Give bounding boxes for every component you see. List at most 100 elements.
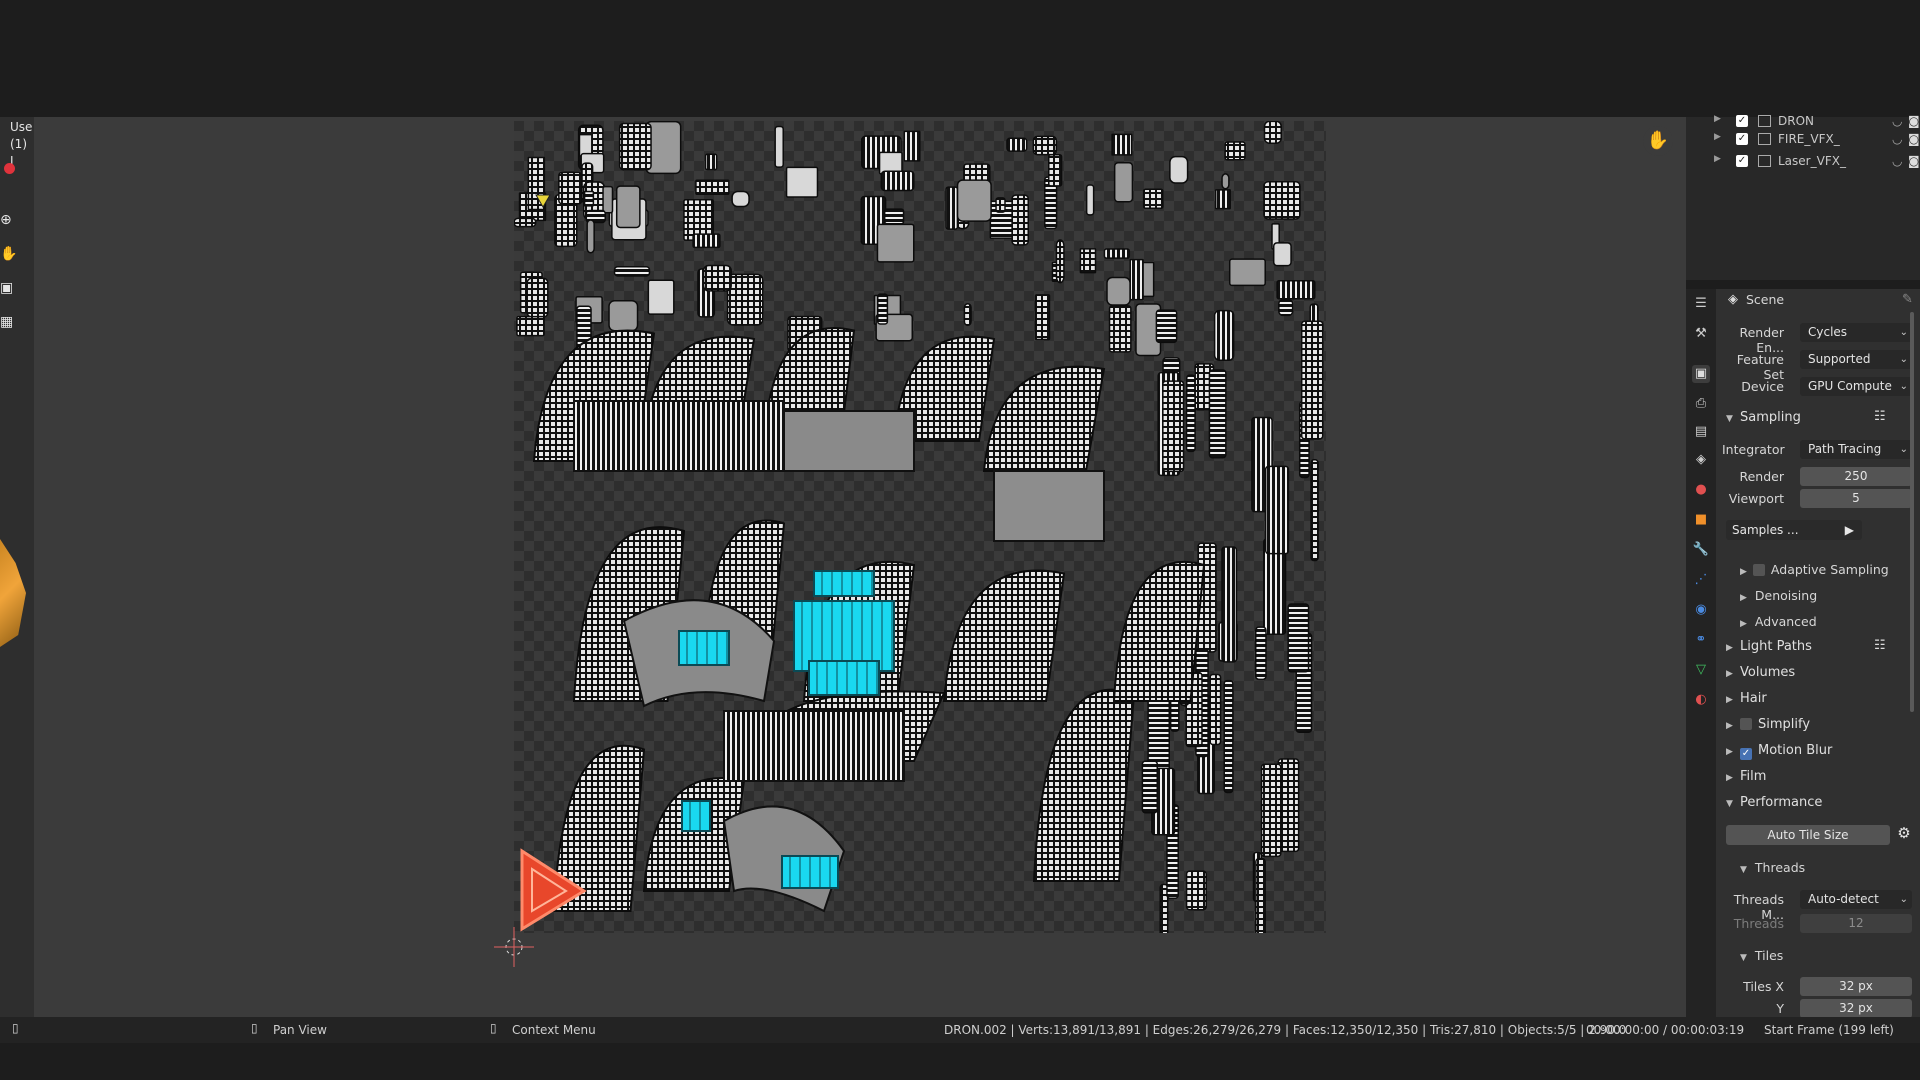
motion-blur-label: Motion Blur bbox=[1758, 743, 1833, 758]
grid-icon[interactable]: ▦ bbox=[0, 313, 16, 331]
simplify-checkbox[interactable] bbox=[1740, 718, 1752, 730]
motion-blur-checkbox[interactable]: ✓ bbox=[1740, 748, 1752, 760]
record-icon[interactable] bbox=[4, 163, 15, 174]
tool-icon[interactable]: ⚒ bbox=[1692, 325, 1710, 343]
film-section[interactable]: ▶ Film bbox=[1726, 769, 1766, 784]
adaptive-sampling-checkbox[interactable] bbox=[1752, 564, 1765, 576]
denoising-subpanel[interactable]: ▶ Denoising bbox=[1740, 588, 1817, 603]
threads-mode-dropdown[interactable]: Auto-detect ⌄ bbox=[1800, 890, 1912, 909]
camera-icon[interactable]: ▣ bbox=[0, 279, 16, 297]
scene-tab-icon[interactable]: ◈ bbox=[1692, 451, 1710, 469]
mode-text: Use bbox=[10, 120, 33, 134]
hair-label: Hair bbox=[1740, 691, 1767, 706]
render-samples-field[interactable]: 250 bbox=[1800, 467, 1912, 486]
eye-icon[interactable]: ◡ bbox=[1892, 114, 1902, 128]
expand-icon[interactable]: ▶ bbox=[1714, 154, 1721, 164]
viewport-samples-field[interactable]: 5 bbox=[1800, 489, 1912, 508]
uv-texture-image[interactable] bbox=[514, 121, 1326, 933]
outliner-item-name[interactable]: FIRE_VFX_ bbox=[1778, 132, 1840, 146]
performance-section-header[interactable]: ▼ Performance bbox=[1726, 795, 1822, 810]
gear-icon[interactable]: ⚙ bbox=[1894, 824, 1914, 846]
exclude-checkbox[interactable]: ✓ bbox=[1736, 155, 1748, 167]
left-edge-view: Use (1) I ⊕ ✋ ▣ ▦ bbox=[0, 117, 34, 1017]
uv-editor-viewport[interactable]: Use (1) I ⊕ ✋ ▣ ▦ ✋ bbox=[0, 117, 1686, 1017]
modifier-tab-icon[interactable]: 🔧 bbox=[1692, 541, 1710, 559]
material-tab-icon[interactable]: ◐ bbox=[1692, 691, 1710, 709]
render-camera-icon[interactable]: ◙ bbox=[1908, 154, 1920, 168]
view-overlay-text: Use (1) I bbox=[10, 119, 34, 170]
chevron-down-icon: ⌄ bbox=[1899, 327, 1908, 338]
zoom-icon[interactable]: ⊕ bbox=[0, 211, 16, 229]
presets-list-icon[interactable]: ☷ bbox=[1874, 409, 1886, 424]
scene-icon: ◈ bbox=[1728, 292, 1738, 307]
render-camera-icon[interactable]: ◙ bbox=[1908, 114, 1920, 128]
presets-list-icon[interactable]: ☷ bbox=[1874, 638, 1886, 653]
samples-menu-button[interactable]: Samples ... ▶ bbox=[1726, 520, 1862, 540]
editor-type-icon[interactable]: ☰ bbox=[1692, 295, 1710, 313]
render-engine-dropdown[interactable]: Cycles ⌄ bbox=[1800, 323, 1912, 342]
hair-section[interactable]: ▶ Hair bbox=[1726, 691, 1767, 706]
2d-cursor-icon[interactable] bbox=[494, 927, 534, 967]
outliner-row-laser-vfx[interactable]: ▶ ✓ Laser_VFX_ ◡ ◙ bbox=[1686, 151, 1920, 173]
exclude-checkbox[interactable]: ✓ bbox=[1736, 115, 1748, 127]
sampling-section-header[interactable]: ▼ Sampling bbox=[1726, 410, 1801, 425]
exclude-checkbox[interactable]: ✓ bbox=[1736, 133, 1748, 145]
world-tab-icon[interactable]: ● bbox=[1692, 481, 1710, 499]
outliner-item-name[interactable]: Laser_VFX_ bbox=[1778, 154, 1846, 168]
simplify-section[interactable]: ▶ Simplify bbox=[1726, 717, 1810, 732]
outliner-row-fire-vfx[interactable]: ▶ ✓ FIRE_VFX_ ◡ ◙ bbox=[1686, 129, 1920, 151]
hand-icon[interactable]: ✋ bbox=[0, 245, 17, 263]
threads-title: Threads bbox=[1754, 860, 1806, 875]
eye-icon[interactable]: ◡ bbox=[1892, 154, 1902, 168]
adaptive-sampling-subpanel[interactable]: ▶ Adaptive Sampling bbox=[1740, 562, 1889, 577]
eye-icon[interactable]: ◡ bbox=[1892, 132, 1902, 146]
integrator-value: Path Tracing bbox=[1808, 442, 1882, 456]
motion-blur-section[interactable]: ▶ ✓ Motion Blur bbox=[1726, 743, 1832, 760]
threads-subpanel[interactable]: ▼ Threads bbox=[1740, 860, 1805, 875]
device-dropdown[interactable]: GPU Compute ⌄ bbox=[1800, 377, 1912, 396]
chevron-down-icon: ⌄ bbox=[1899, 894, 1908, 905]
outliner-item-name[interactable]: DRON bbox=[1778, 114, 1814, 128]
auto-tile-size-button[interactable]: Auto Tile Size bbox=[1726, 825, 1890, 845]
object-tab-icon[interactable]: ■ bbox=[1692, 511, 1710, 529]
timecode: 00:00:00:00 / 00:00:03:19 bbox=[1586, 1023, 1745, 1037]
expanded-arrow-icon: ▼ bbox=[1740, 953, 1747, 963]
feature-set-value: Supported bbox=[1808, 352, 1871, 366]
bottom-area bbox=[0, 1043, 1920, 1080]
outliner-panel: ▶ ✓ DRON ◡ ◙ ▶ ✓ FIRE_VFX_ ◡ ◙ ▶ ✓ Laser… bbox=[1686, 114, 1920, 280]
pin-icon[interactable]: ✎ bbox=[1902, 292, 1913, 307]
tiles-x-field[interactable]: 32 px bbox=[1800, 977, 1912, 996]
expanded-arrow-icon: ▼ bbox=[1726, 414, 1733, 424]
collection-icon bbox=[1758, 115, 1771, 127]
feature-set-dropdown[interactable]: Supported ⌄ bbox=[1800, 350, 1912, 369]
light-paths-section[interactable]: ▶ Light Paths bbox=[1726, 639, 1812, 654]
sampling-title: Sampling bbox=[1740, 410, 1801, 425]
tiles-subpanel[interactable]: ▼ Tiles bbox=[1740, 948, 1783, 963]
particles-tab-icon[interactable]: ⋰ bbox=[1692, 571, 1710, 589]
mouse-left-icon: ▯ bbox=[12, 1021, 19, 1035]
volumes-label: Volumes bbox=[1740, 665, 1796, 680]
properties-scrollbar[interactable] bbox=[1910, 312, 1914, 712]
tiles-x-label: Tiles X bbox=[1743, 979, 1784, 994]
advanced-subpanel[interactable]: ▶ Advanced bbox=[1740, 614, 1817, 629]
render-camera-icon[interactable]: ◙ bbox=[1908, 132, 1920, 146]
volumes-section[interactable]: ▶ Volumes bbox=[1726, 665, 1795, 680]
output-tab-icon[interactable]: ⎙ bbox=[1692, 395, 1710, 413]
film-label: Film bbox=[1740, 769, 1767, 784]
pan-hand-button[interactable]: ✋ bbox=[1643, 126, 1673, 156]
physics-tab-icon[interactable]: ◉ bbox=[1692, 601, 1710, 619]
expand-icon[interactable]: ▶ bbox=[1714, 132, 1721, 142]
start-frame-info: Start Frame (199 left) bbox=[1764, 1023, 1894, 1037]
tiles-y-field[interactable]: 32 px bbox=[1800, 999, 1912, 1018]
collection-icon bbox=[1758, 133, 1771, 145]
scene-statistics: DRON.002 | Verts:13,891/13,891 | Edges:2… bbox=[944, 1023, 1627, 1037]
viewport-samples-label: Viewport bbox=[1728, 491, 1784, 506]
expand-icon[interactable]: ▶ bbox=[1714, 114, 1721, 124]
collapsed-arrow-icon: ▶ bbox=[1726, 669, 1733, 679]
data-tab-icon[interactable]: ▽ bbox=[1692, 661, 1710, 679]
constraints-tab-icon[interactable]: ⚭ bbox=[1692, 631, 1710, 649]
view-layer-tab-icon[interactable]: ▤ bbox=[1692, 423, 1710, 441]
collapsed-arrow-icon: ▶ bbox=[1726, 643, 1733, 653]
integrator-dropdown[interactable]: Path Tracing ⌄ bbox=[1800, 440, 1912, 459]
render-tab-icon[interactable]: ▣ bbox=[1692, 365, 1710, 383]
